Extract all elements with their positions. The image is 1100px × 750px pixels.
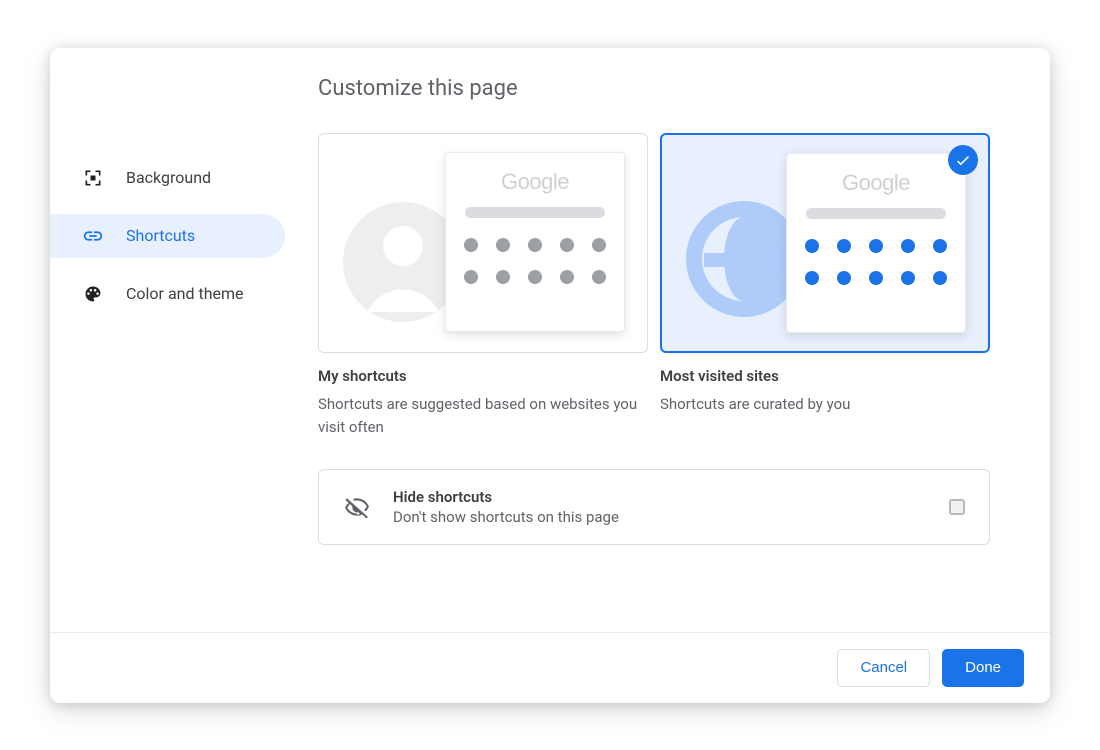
option-card-most-visited[interactable]: Google [660, 133, 990, 353]
sidebar-item-background[interactable]: Background [50, 156, 285, 200]
mini-preview: Google [786, 153, 966, 333]
hide-shortcuts-row: Hide shortcuts Don't show shortcuts on t… [318, 469, 990, 545]
palette-icon [82, 283, 104, 305]
mini-google-logo: Google [501, 169, 569, 195]
option-description: Shortcuts are suggested based on website… [318, 393, 648, 440]
option-title: Most visited sites [660, 367, 990, 385]
checkmark-icon [948, 145, 978, 175]
mini-searchbar [806, 208, 946, 219]
hide-description: Don't show shortcuts on this page [393, 508, 949, 526]
option-title: My shortcuts [318, 367, 648, 385]
shortcut-options: Google My shortcuts Shortcuts are sugges… [318, 133, 990, 440]
background-icon [82, 167, 104, 189]
sidebar-item-label: Color and theme [126, 284, 244, 303]
sidebar-item-label: Background [126, 168, 211, 187]
hide-text: Hide shortcuts Don't show shortcuts on t… [393, 488, 949, 526]
hide-title: Hide shortcuts [393, 488, 949, 506]
link-icon [82, 225, 104, 247]
option-my-shortcuts: Google My shortcuts Shortcuts are sugges… [318, 133, 648, 440]
hide-shortcuts-checkbox[interactable] [949, 499, 965, 515]
visibility-off-icon [343, 493, 371, 521]
sidebar-item-label: Shortcuts [126, 226, 195, 245]
dialog-footer: Cancel Done [50, 632, 1050, 703]
option-most-visited: Google Most visited sites Shortcuts [660, 133, 990, 440]
mini-google-logo: Google [842, 170, 910, 196]
sidebar-item-shortcuts[interactable]: Shortcuts [50, 214, 285, 258]
dialog-title: Customize this page [318, 76, 990, 101]
sidebar: Background Shortcuts [50, 76, 310, 612]
mini-searchbar [465, 207, 605, 218]
mini-shortcut-dots [795, 239, 957, 285]
done-button[interactable]: Done [942, 649, 1024, 687]
mini-shortcut-dots [454, 238, 616, 284]
dialog-body: Background Shortcuts [50, 48, 1050, 632]
customize-dialog: Background Shortcuts [50, 48, 1050, 703]
main-content: Customize this page Google [310, 76, 1050, 612]
option-description: Shortcuts are curated by you [660, 393, 990, 416]
sidebar-item-color-theme[interactable]: Color and theme [50, 272, 285, 316]
mini-preview: Google [445, 152, 625, 332]
option-card-my-shortcuts[interactable]: Google [318, 133, 648, 353]
cancel-button[interactable]: Cancel [837, 649, 930, 687]
